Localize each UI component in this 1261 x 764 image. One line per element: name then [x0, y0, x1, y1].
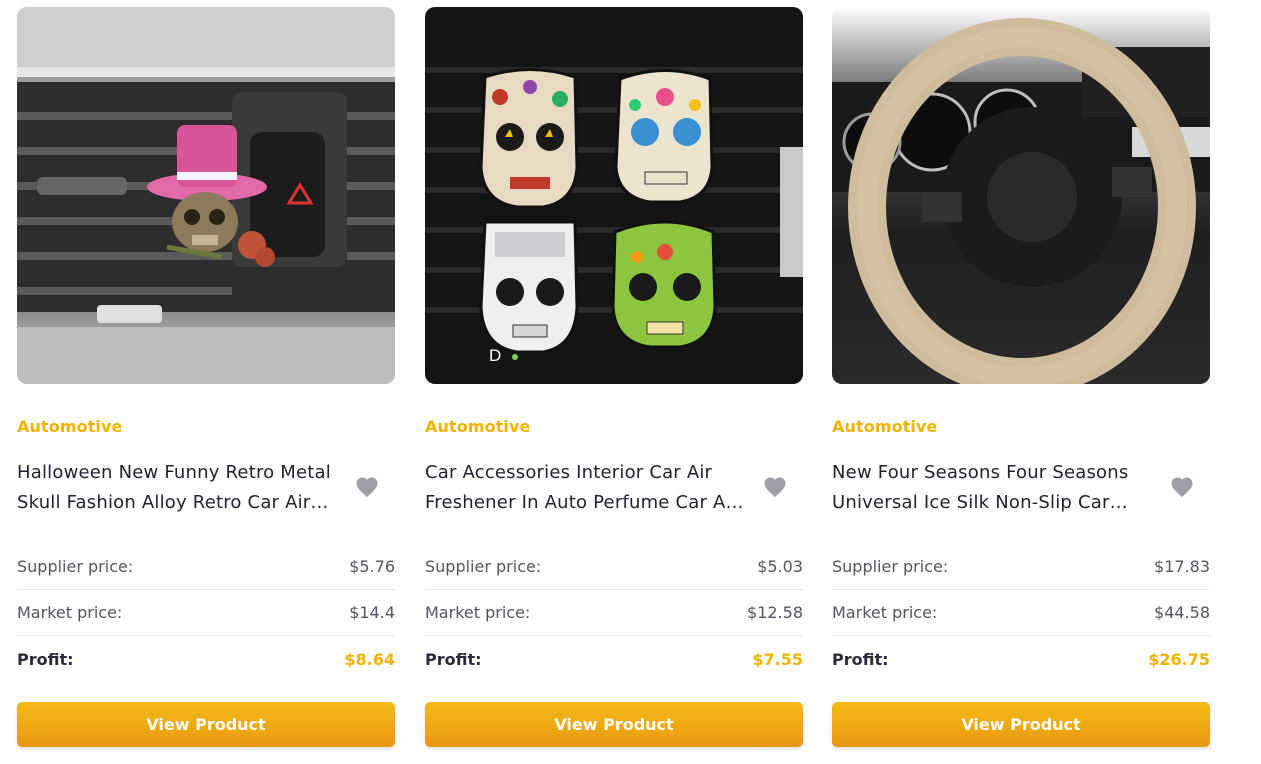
supplier-price-row: Supplier price: $17.83 — [832, 544, 1210, 590]
supplier-price-label: Supplier price: — [832, 557, 949, 576]
product-title[interactable]: New Four Seasons Four Seasons Universal … — [832, 458, 1152, 518]
market-price-value: $44.58 — [1154, 603, 1210, 622]
market-price-label: Market price: — [425, 603, 531, 622]
market-price-value: $14.4 — [349, 603, 395, 622]
product-card[interactable]: Automotive New Four Seasons Four Seasons… — [832, 7, 1210, 747]
profit-row: Profit: $26.75 — [832, 636, 1210, 682]
market-price-label: Market price: — [832, 603, 938, 622]
profit-value: $7.55 — [752, 649, 803, 669]
product-card[interactable]: D Automotive Car Accessories Interior Ca… — [425, 7, 803, 747]
product-category: Automotive — [832, 417, 938, 436]
product-image[interactable] — [832, 7, 1210, 384]
supplier-price-value: $5.76 — [349, 557, 395, 576]
market-price-row: Market price: $12.58 — [425, 590, 803, 636]
supplier-price-label: Supplier price: — [17, 557, 134, 576]
market-price-value: $12.58 — [747, 603, 803, 622]
supplier-price-row: Supplier price: $5.03 — [425, 544, 803, 590]
market-price-label: Market price: — [17, 603, 123, 622]
view-product-button[interactable]: View Product — [832, 702, 1210, 747]
market-price-row: Market price: $44.58 — [832, 590, 1210, 636]
supplier-price-value: $17.83 — [1154, 557, 1210, 576]
product-title[interactable]: Halloween New Funny Retro Metal Skull Fa… — [17, 458, 337, 518]
profit-value: $26.75 — [1148, 649, 1210, 669]
product-title[interactable]: Car Accessories Interior Car Air Freshen… — [425, 458, 745, 518]
product-category: Automotive — [425, 417, 531, 436]
heart-icon[interactable] — [1170, 476, 1194, 498]
product-category: Automotive — [17, 417, 123, 436]
profit-label: Profit: — [425, 649, 482, 669]
market-price-row: Market price: $14.4 — [17, 590, 395, 636]
profit-label: Profit: — [17, 649, 74, 669]
heart-icon[interactable] — [763, 476, 787, 498]
product-image[interactable] — [17, 7, 395, 384]
product-card[interactable]: Automotive Halloween New Funny Retro Met… — [17, 7, 395, 747]
image-overlay-text: D — [489, 346, 501, 365]
view-product-button[interactable]: View Product — [425, 702, 803, 747]
supplier-price-label: Supplier price: — [425, 557, 542, 576]
product-image[interactable]: D — [425, 7, 803, 384]
profit-value: $8.64 — [344, 649, 395, 669]
supplier-price-row: Supplier price: $5.76 — [17, 544, 395, 590]
profit-label: Profit: — [832, 649, 889, 669]
supplier-price-value: $5.03 — [757, 557, 803, 576]
heart-icon[interactable] — [355, 476, 379, 498]
view-product-button[interactable]: View Product — [17, 702, 395, 747]
profit-row: Profit: $8.64 — [17, 636, 395, 682]
profit-row: Profit: $7.55 — [425, 636, 803, 682]
